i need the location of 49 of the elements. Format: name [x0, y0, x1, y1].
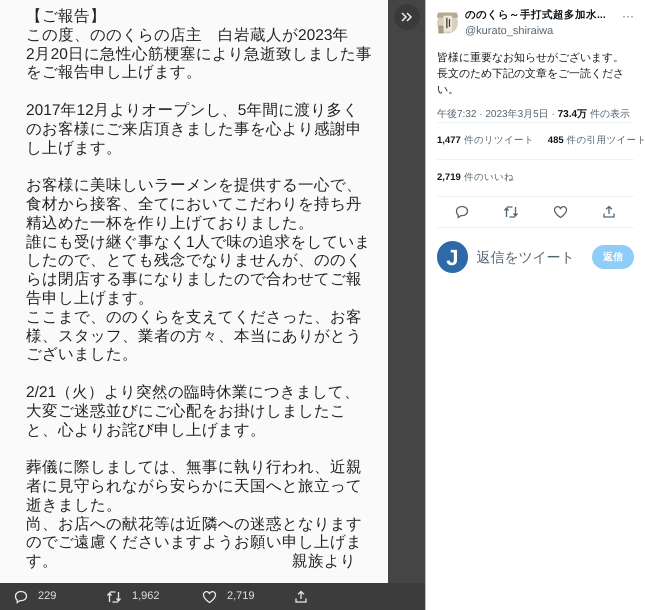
speech-bubble-icon — [14, 590, 28, 604]
notice-text: ございました。 — [26, 346, 138, 366]
signature: 親族より — [292, 553, 356, 572]
notice-text: し上げます。 — [26, 140, 122, 158]
stat-link[interactable]: 1,477 件のリツイート — [437, 134, 534, 148]
notice-text: のお客様にご来店頂きました事を心より感謝申 — [26, 120, 362, 140]
action-button[interactable]: 1,962 — [106, 588, 202, 605]
action-button[interactable]: 2,719 — [202, 588, 294, 605]
notice-text: 告申し上げます。 — [26, 290, 154, 309]
collapse-button[interactable] — [394, 4, 420, 30]
double-chevron-icon — [400, 12, 412, 22]
notice-text: この度、ののくらの店主 白岩蔵人が2023年 — [26, 26, 348, 46]
notice-text: のでご遠慮くださいますようお願い申し上げま — [26, 534, 362, 553]
stat-link[interactable]: 485 件の引用ツイート — [548, 134, 645, 148]
user-handle[interactable]: @kurato_shiraiwa — [465, 24, 605, 39]
tweet-text: 皆様に重要なお知らせがございます。長文のため下記の文章をご一読ください。 — [437, 51, 625, 98]
notice-text: 2/21（火）より突然の臨時休業につきまして、 — [26, 384, 360, 403]
notice-text: 者に見守られながら安らかに天国へと旅立って — [26, 478, 362, 497]
notice-text: 逝きました。 — [26, 496, 122, 516]
notice-text: す。 — [26, 553, 58, 572]
notice-text: 2017年12月よりオープンし、5年間に渡り多く — [26, 102, 358, 121]
notice-text: 食材から接客、全てにおいてこだわりを持ち丹 — [26, 196, 362, 215]
notice-text: をご報告申し上げます。 — [26, 64, 202, 84]
heart-icon — [202, 590, 217, 604]
notice-text: 精込めた一杯を作り上げておりました。 — [26, 214, 314, 234]
notice-text: 誰にも受け継ぐ事なく1人で味の追求をしていま — [26, 234, 371, 252]
tweet-meta: 午後7:32 · 2023年3月5日 · 73.4万 件の表示 — [437, 108, 631, 122]
user-avatar: J — [437, 241, 468, 273]
notice-text: したので、とても残念でなりませんが、ののく — [26, 252, 362, 271]
stat-link[interactable]: 2,719 件のいいね — [437, 170, 514, 186]
retweet-icon — [502, 205, 519, 219]
notice-text: らは閉店する事になりましたので合わせてご報 — [26, 271, 362, 290]
retweet-icon — [106, 590, 122, 604]
notice-text: ここまで、ののくらを支えてくださった、お客 — [26, 308, 362, 328]
notice-text: 2月20日に急性心筋梗塞により急逝致しました事 — [26, 46, 372, 64]
share-icon — [602, 205, 616, 219]
speech-bubble-icon — [454, 205, 469, 219]
notice-text: 様、スタッフ、業者の方々、本当にありがとう — [26, 328, 362, 346]
more-button[interactable]: ··· — [622, 8, 634, 24]
action-button[interactable]: 229 — [14, 588, 106, 605]
notice-text: 葬儀に際しましては、無事に執り行われ、近親 — [26, 459, 362, 478]
notice-text: お客様に美味しいラーメンを提供する一心で、 — [26, 177, 362, 196]
author-name[interactable]: ののくら～手打式超多加水... — [465, 6, 606, 24]
notice-text: 大変ご迷惑並びにご心配をお掛けしましたこ — [26, 402, 346, 422]
share-icon — [294, 590, 308, 604]
notice-text: と、心よりお詫び申し上げます。 — [26, 422, 266, 440]
notice-text: 尚、お店への献花等は近隣への迷惑となります — [26, 516, 362, 534]
notice-text: 【ご報告】 — [26, 8, 106, 27]
heart-icon — [552, 205, 568, 219]
